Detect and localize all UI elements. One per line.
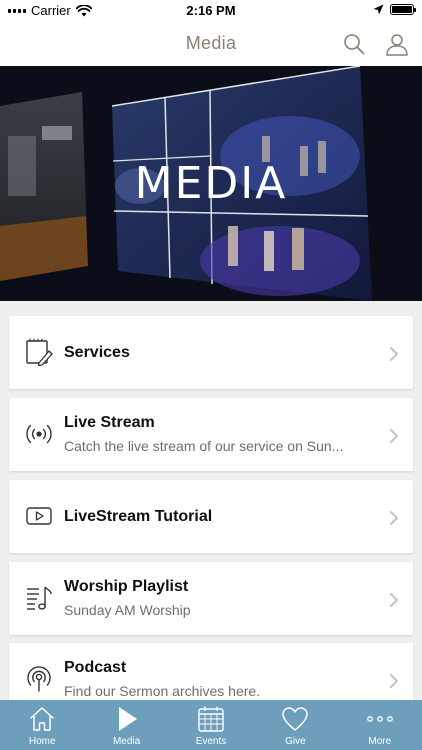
profile-icon[interactable]	[385, 32, 409, 56]
chevron-right-icon	[390, 674, 398, 688]
list-item-subtitle: Find our Sermon archives here.	[64, 683, 261, 699]
tab-more[interactable]: More	[338, 700, 422, 750]
list-item-subtitle: Sunday AM Worship	[64, 602, 191, 618]
list-item-title: Podcast	[64, 659, 127, 676]
broadcast-icon	[26, 424, 52, 444]
list-item-title: LiveStream Tutorial	[64, 508, 213, 525]
chevron-right-icon	[390, 347, 398, 361]
play-icon	[118, 707, 137, 731]
chevron-right-icon	[390, 593, 398, 607]
tab-home[interactable]: Home	[0, 700, 84, 750]
home-icon	[30, 707, 54, 731]
tab-label: Events	[195, 736, 227, 747]
video-play-icon	[26, 507, 52, 525]
tab-events[interactable]: Events	[169, 700, 253, 750]
tab-give[interactable]: Give	[253, 700, 337, 750]
chevron-right-icon	[390, 429, 398, 443]
list-item-services[interactable]: Services	[9, 316, 413, 389]
podcast-icon	[27, 666, 51, 692]
tab-label: Home	[28, 736, 56, 747]
list-item-livestream-tutorial[interactable]: LiveStream Tutorial	[9, 480, 413, 553]
hero-banner: MEDIA	[0, 66, 422, 301]
notepad-edit-icon	[26, 338, 53, 366]
navigation-bar: Media	[0, 22, 422, 66]
status-bar: Carrier 2:16 PM	[0, 0, 422, 22]
location-arrow-icon	[373, 4, 384, 15]
music-playlist-icon	[27, 586, 52, 610]
list-item-title: Worship Playlist	[64, 578, 189, 595]
clock: 2:16 PM	[186, 3, 236, 18]
system-indicators	[373, 4, 416, 15]
more-icon	[366, 716, 393, 722]
list-item-worship-playlist[interactable]: Worship Playlist Sunday AM Worship	[9, 562, 413, 635]
list-item-subtitle: Catch the live stream of our service on …	[64, 438, 344, 454]
search-icon[interactable]	[343, 33, 365, 55]
calendar-icon	[198, 706, 224, 732]
hero-title: MEDIA	[134, 158, 288, 209]
list-item-live-stream[interactable]: Live Stream Catch the live stream of our…	[9, 398, 413, 471]
tab-label: Give	[285, 736, 306, 747]
chevron-right-icon	[390, 511, 398, 525]
tab-label: Media	[112, 736, 141, 747]
battery-icon	[390, 4, 416, 15]
tab-media[interactable]: Media	[84, 700, 168, 750]
tab-bar: Home Media Events Give More	[0, 700, 422, 750]
heart-icon	[282, 707, 309, 731]
list-item-title: Live Stream	[64, 414, 155, 431]
tab-label: More	[368, 736, 392, 747]
list-item-title: Services	[64, 344, 130, 361]
